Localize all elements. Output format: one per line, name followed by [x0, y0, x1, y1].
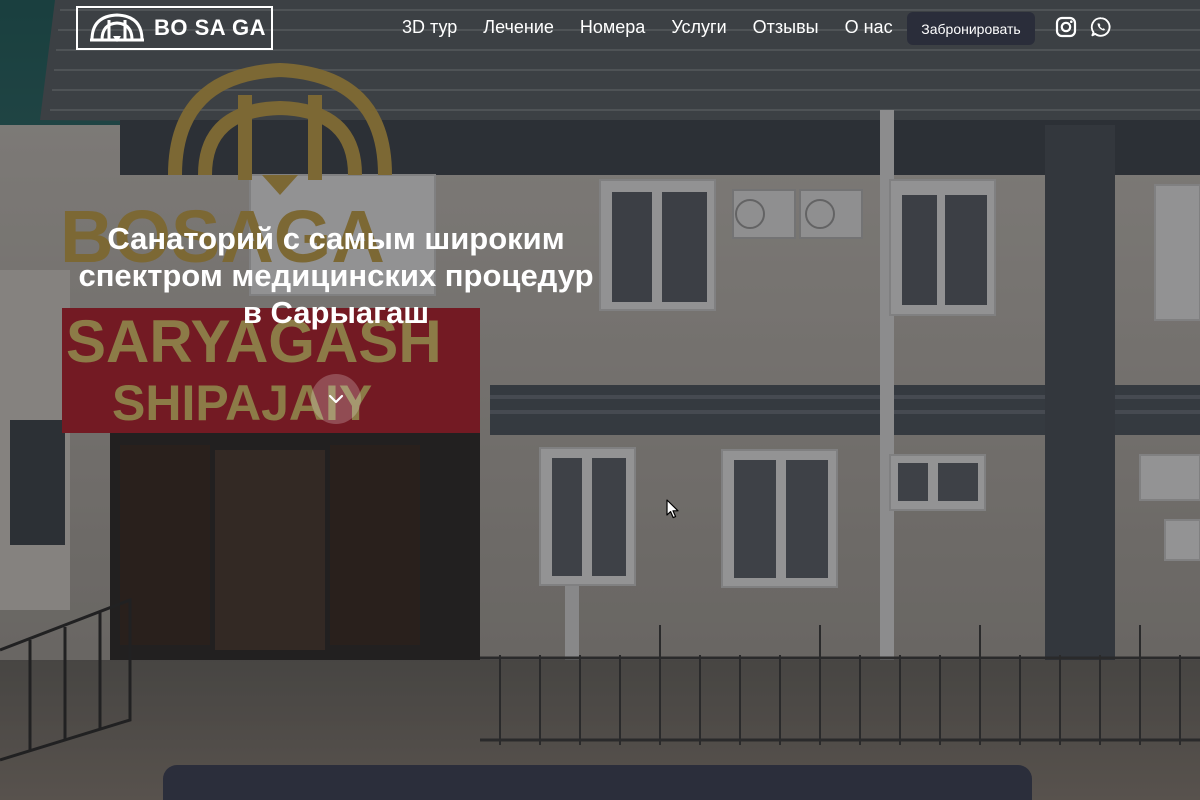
- book-button[interactable]: Забронировать: [907, 12, 1035, 45]
- booking-panel: [163, 765, 1032, 800]
- hero-title-line: Санаторий с самым широким: [107, 221, 565, 256]
- hero-title-line: спектром медицинских процедур: [78, 258, 594, 293]
- main-nav: 3D тур Лечение Номера Услуги Отзывы О на…: [402, 17, 919, 38]
- nav-item-about[interactable]: О нас: [845, 17, 893, 38]
- hero-dark-overlay: [0, 0, 1200, 800]
- instagram-icon[interactable]: [1055, 16, 1077, 38]
- hero-title: Санаторий с самым широким спектром медиц…: [60, 220, 612, 331]
- mouse-cursor-icon: [666, 499, 679, 519]
- nav-item-rooms[interactable]: Номера: [580, 17, 645, 38]
- nav-item-services[interactable]: Услуги: [671, 17, 726, 38]
- scroll-down-button[interactable]: [311, 374, 361, 424]
- nav-item-reviews[interactable]: Отзывы: [753, 17, 819, 38]
- logo-emblem-icon: [90, 13, 144, 42]
- site-header: BO SA GA 3D тур Лечение Номера Услуги От…: [0, 0, 1200, 56]
- hero-title-line: в Сарыагаш: [242, 295, 430, 330]
- whatsapp-icon[interactable]: [1090, 16, 1112, 38]
- logo-text: BO SA GA: [154, 15, 266, 40]
- nav-item-3d-tour[interactable]: 3D тур: [402, 17, 457, 38]
- nav-item-treatment[interactable]: Лечение: [483, 17, 554, 38]
- hero-section: BOSAGA SARYAGASH SHIPAJAIY BO SA GA 3D т…: [0, 0, 1200, 800]
- logo-link[interactable]: BO SA GA: [76, 6, 273, 50]
- chevron-down-icon: [328, 394, 344, 404]
